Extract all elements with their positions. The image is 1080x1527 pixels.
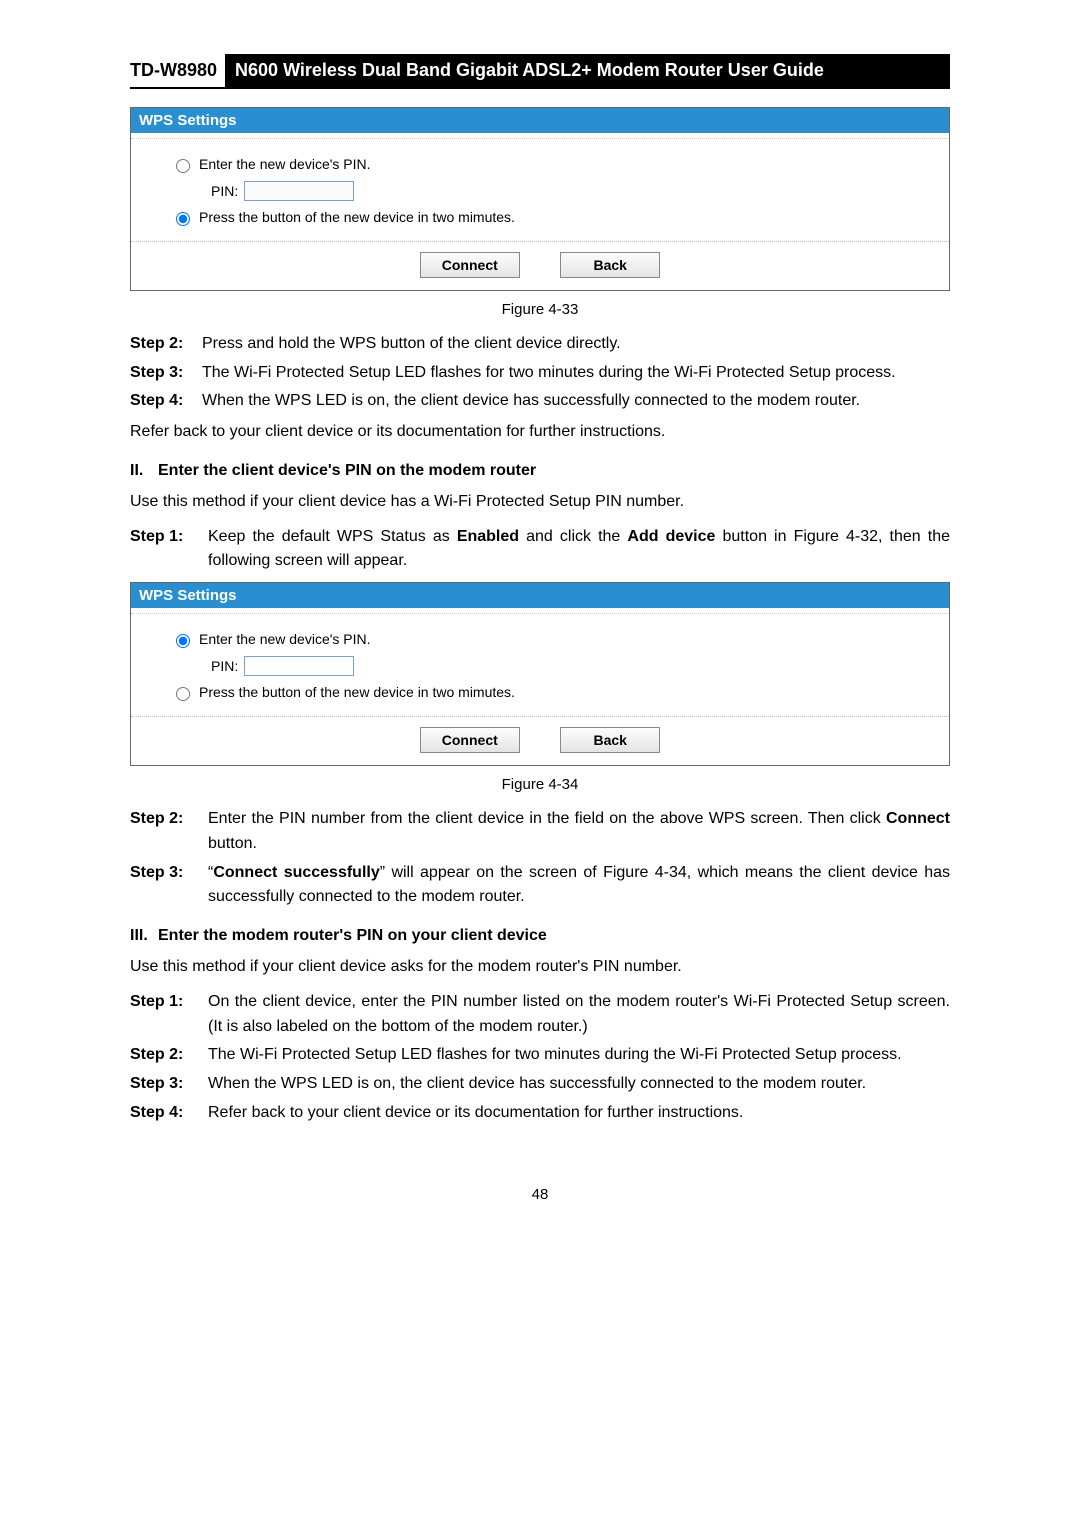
step-label: Step 2: xyxy=(130,807,208,857)
figure-caption-2: Figure 4-34 xyxy=(130,776,950,793)
pin-input[interactable] xyxy=(244,181,354,201)
step-text: When the WPS LED is on, the client devic… xyxy=(208,1072,950,1097)
pin-label: PIN: xyxy=(211,178,238,205)
connect-button[interactable]: Connect xyxy=(420,727,520,753)
back-button[interactable]: Back xyxy=(560,252,660,278)
section-heading-3: III. Enter the modem router's PIN on you… xyxy=(130,924,950,949)
paragraph: Use this method if your client device as… xyxy=(130,955,950,980)
doc-header: TD-W8980 N600 Wireless Dual Band Gigabit… xyxy=(130,54,950,89)
step-text: The Wi-Fi Protected Setup LED flashes fo… xyxy=(202,361,950,386)
wps-panel-title: WPS Settings xyxy=(131,108,949,133)
step-text: Press and hold the WPS button of the cli… xyxy=(202,332,950,357)
step-label: Step 2: xyxy=(130,1043,208,1068)
wps-panel-title: WPS Settings xyxy=(131,583,949,608)
radio-enter-pin-label: Enter the new device's PIN. xyxy=(199,626,371,653)
step-text: Keep the default WPS Status as Enabled a… xyxy=(208,525,950,575)
pin-label: PIN: xyxy=(211,653,238,680)
radio-enter-pin[interactable] xyxy=(176,159,190,173)
model-label: TD-W8980 xyxy=(130,56,225,85)
connect-button[interactable]: Connect xyxy=(420,252,520,278)
step-label: Step 4: xyxy=(130,389,202,414)
step-text: “Connect successfully” will appear on th… xyxy=(208,861,950,911)
wps-settings-panel-2: WPS Settings Enter the new device's PIN.… xyxy=(130,582,950,766)
back-button[interactable]: Back xyxy=(560,727,660,753)
step-label: Step 3: xyxy=(130,361,202,386)
paragraph: Refer back to your client device or its … xyxy=(130,420,950,445)
step-label: Step 2: xyxy=(130,332,202,357)
radio-press-button-label: Press the button of the new device in tw… xyxy=(199,204,515,231)
radio-enter-pin[interactable] xyxy=(176,634,190,648)
radio-press-button[interactable] xyxy=(176,687,190,701)
radio-enter-pin-label: Enter the new device's PIN. xyxy=(199,151,371,178)
step-text: Enter the PIN number from the client dev… xyxy=(208,807,950,857)
step-text: Refer back to your client device or its … xyxy=(208,1101,950,1126)
radio-press-button[interactable] xyxy=(176,212,190,226)
wps-settings-panel-1: WPS Settings Enter the new device's PIN.… xyxy=(130,107,950,291)
radio-press-button-label: Press the button of the new device in tw… xyxy=(199,679,515,706)
step-label: Step 3: xyxy=(130,1072,208,1097)
step-text: When the WPS LED is on, the client devic… xyxy=(202,389,950,414)
paragraph: Use this method if your client device ha… xyxy=(130,490,950,515)
step-label: Step 1: xyxy=(130,990,208,1040)
pin-input[interactable] xyxy=(244,656,354,676)
step-label: Step 1: xyxy=(130,525,208,575)
step-text: On the client device, enter the PIN numb… xyxy=(208,990,950,1040)
step-text: The Wi-Fi Protected Setup LED flashes fo… xyxy=(208,1043,950,1068)
step-label: Step 4: xyxy=(130,1101,208,1126)
figure-caption-1: Figure 4-33 xyxy=(130,301,950,318)
section-heading-2: II. Enter the client device's PIN on the… xyxy=(130,459,950,484)
doc-title: N600 Wireless Dual Band Gigabit ADSL2+ M… xyxy=(225,54,950,87)
page-number: 48 xyxy=(130,1186,950,1203)
step-label: Step 3: xyxy=(130,861,208,911)
